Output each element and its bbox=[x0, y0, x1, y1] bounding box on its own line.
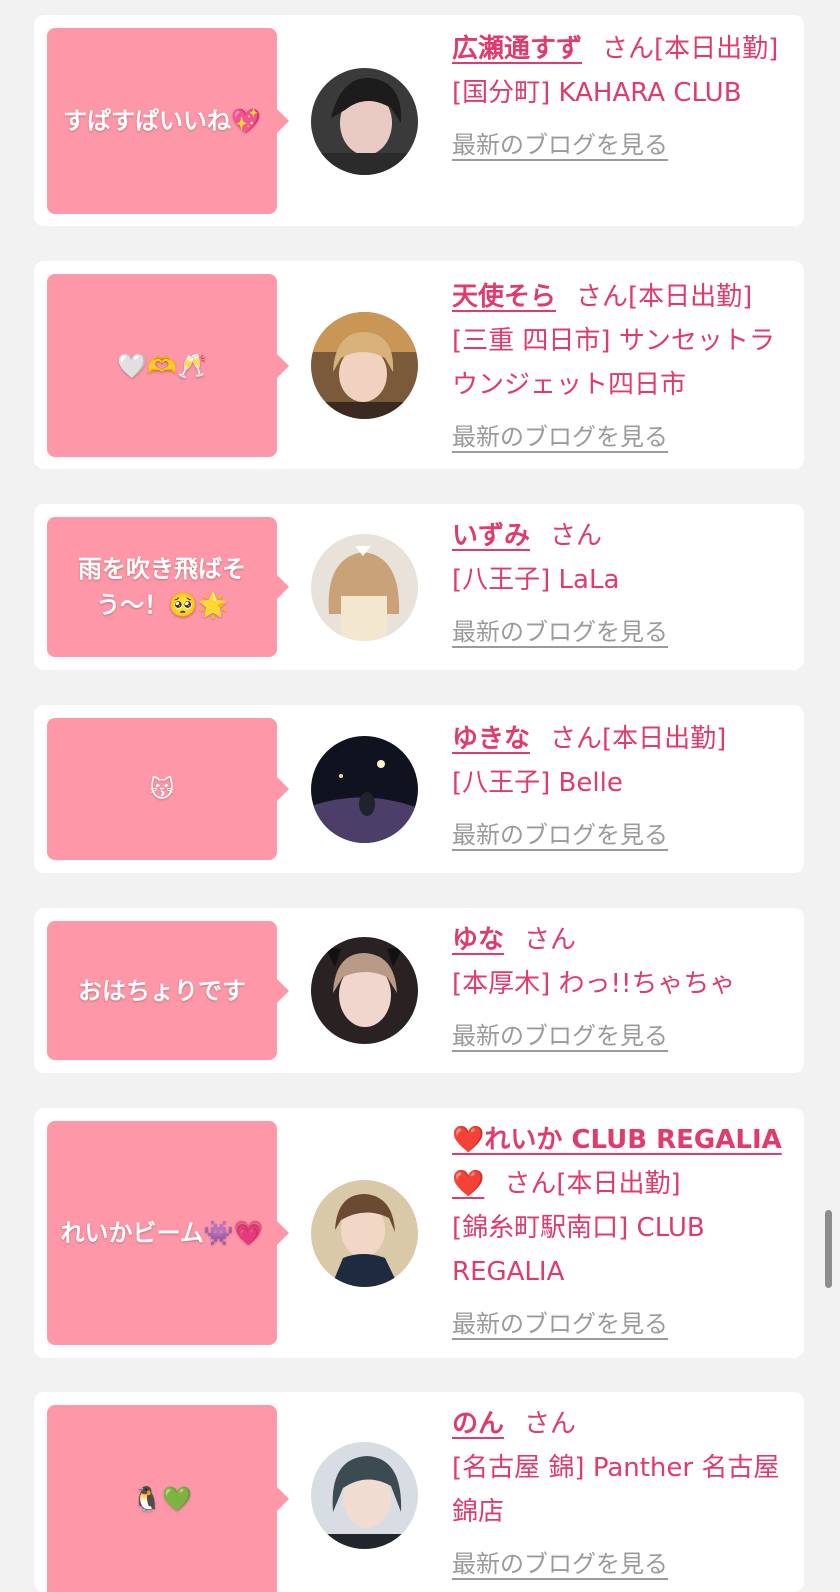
message-bubble: 雨を吹き飛ばそう〜！🥺🌟 bbox=[47, 517, 289, 657]
entry-info: 広瀬通すず さん[本日出勤] [国分町] KAHARA CLUB 最新のブログを見… bbox=[452, 27, 797, 167]
list-item: おはちょりです ゆな さん [本厚木] わっ!!ちゃちゃ 最新のブログを見る bbox=[34, 908, 804, 1073]
entry-info: いずみ さん [八王子] LaLa 最新のブログを見る bbox=[452, 514, 797, 654]
status-badge: [本日出勤] bbox=[628, 282, 753, 312]
list-item: 😽 ゆきな さん[本日出勤] [八王子] Belle 最新のブログを見る bbox=[34, 705, 804, 873]
avatar[interactable] bbox=[311, 1180, 418, 1287]
honorific: さん bbox=[550, 724, 603, 754]
cast-name-link[interactable]: 天使そら bbox=[452, 282, 556, 312]
message-bubble: 😽 bbox=[47, 718, 289, 860]
list-item: すぱすぱいいね💖 広瀬通すず さん[本日出勤] [国分町] KAHARA CLUB… bbox=[34, 15, 804, 226]
message-bubble: すぱすぱいいね💖 bbox=[47, 28, 289, 214]
honorific: さん bbox=[524, 925, 577, 955]
entry-info: ❤️れいか CLUB REGALIA❤️ さん[本日出勤] [錦糸町駅南口] CL… bbox=[452, 1118, 797, 1346]
cast-name-link[interactable]: のん bbox=[452, 1409, 504, 1439]
avatar[interactable] bbox=[311, 1442, 418, 1549]
avatar[interactable] bbox=[311, 534, 418, 641]
shop-name: [三重 四日市] サンセットラウンジェット四日市 bbox=[452, 326, 775, 400]
honorific: さん bbox=[524, 1409, 577, 1439]
cast-name-link[interactable]: いずみ bbox=[452, 521, 530, 551]
message-bubble: 🐧💚 bbox=[47, 1405, 289, 1592]
scrollbar[interactable] bbox=[825, 1210, 832, 1288]
cast-name-link[interactable]: ゆな bbox=[452, 925, 504, 955]
list-item: れいかビーム👾💗 ❤️れいか CLUB REGALIA❤️ さん[本日出勤] [錦… bbox=[34, 1108, 804, 1358]
avatar[interactable] bbox=[311, 736, 418, 843]
latest-blog-link[interactable]: 最新のブログを見る bbox=[452, 1014, 668, 1058]
list-item: 🤍🫶🥂 天使そら さん[本日出勤] [三重 四日市] サンセットラウンジェット四日… bbox=[34, 261, 804, 469]
entry-info: ゆな さん [本厚木] わっ!!ちゃちゃ 最新のブログを見る bbox=[452, 918, 797, 1058]
list-item: 雨を吹き飛ばそう〜！🥺🌟 いずみ さん [八王子] LaLa 最新のブログを見る bbox=[34, 504, 804, 670]
message-bubble: れいかビーム👾💗 bbox=[47, 1121, 289, 1345]
honorific: さん bbox=[576, 282, 629, 312]
message-bubble: おはちょりです bbox=[47, 921, 289, 1060]
latest-blog-link[interactable]: 最新のブログを見る bbox=[452, 610, 668, 654]
status-badge: [本日出勤] bbox=[654, 34, 779, 64]
entry-info: 天使そら さん[本日出勤] [三重 四日市] サンセットラウンジェット四日市 最新… bbox=[452, 275, 797, 459]
message-bubble: 🤍🫶🥂 bbox=[47, 274, 289, 457]
latest-blog-link[interactable]: 最新のブログを見る bbox=[452, 1542, 668, 1586]
shop-name: [名古屋 錦] Panther 名古屋錦店 bbox=[452, 1453, 780, 1527]
honorific: さん bbox=[504, 1169, 557, 1199]
shop-name: [錦糸町駅南口] CLUB REGALIA bbox=[452, 1213, 705, 1287]
entry-info: のん さん [名古屋 錦] Panther 名古屋錦店 最新のブログを見る bbox=[452, 1402, 797, 1586]
avatar[interactable] bbox=[311, 312, 418, 419]
avatar[interactable] bbox=[311, 937, 418, 1044]
entry-info: ゆきな さん[本日出勤] [八王子] Belle 最新のブログを見る bbox=[452, 717, 797, 857]
shop-name: [八王子] LaLa bbox=[452, 565, 620, 595]
honorific: さん bbox=[602, 34, 655, 64]
list-item: 🐧💚 のん さん [名古屋 錦] Panther 名古屋錦店 最新のブログを見る bbox=[34, 1392, 804, 1592]
latest-blog-link[interactable]: 最新のブログを見る bbox=[452, 813, 668, 857]
latest-blog-link[interactable]: 最新のブログを見る bbox=[452, 1302, 668, 1346]
latest-blog-link[interactable]: 最新のブログを見る bbox=[452, 415, 668, 459]
shop-name: [国分町] KAHARA CLUB bbox=[452, 78, 742, 108]
status-badge: [本日出勤] bbox=[556, 1169, 681, 1199]
latest-blog-link[interactable]: 最新のブログを見る bbox=[452, 123, 668, 167]
status-badge: [本日出勤] bbox=[602, 724, 727, 754]
cast-name-link[interactable]: ゆきな bbox=[452, 724, 530, 754]
avatar[interactable] bbox=[311, 68, 418, 175]
shop-name: [本厚木] わっ!!ちゃちゃ bbox=[452, 969, 736, 999]
cast-name-link[interactable]: 広瀬通すず bbox=[452, 34, 582, 64]
shop-name: [八王子] Belle bbox=[452, 768, 623, 798]
honorific: さん bbox=[550, 521, 603, 551]
